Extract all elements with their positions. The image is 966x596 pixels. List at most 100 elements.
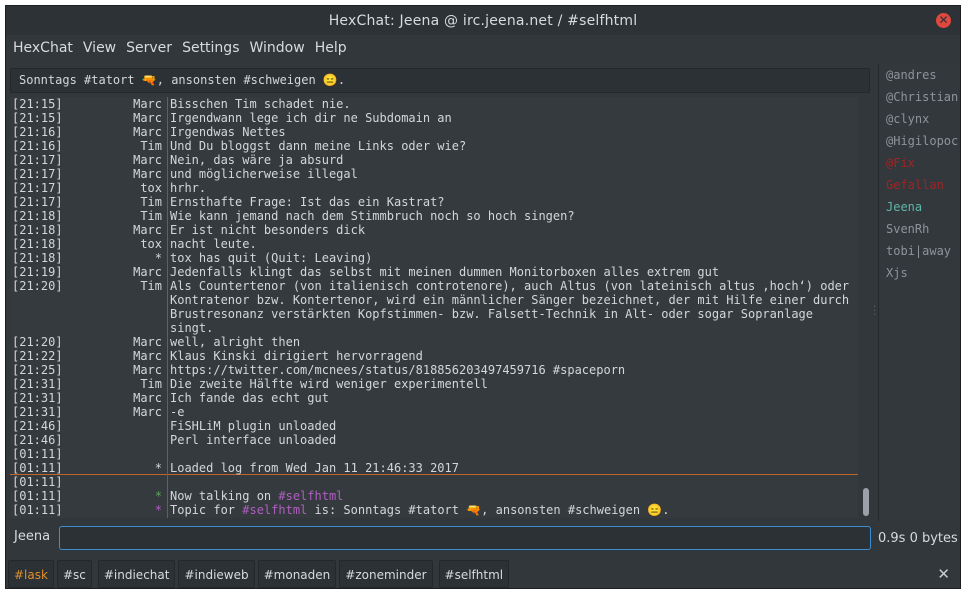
chat-nick[interactable]: Marc [92,167,166,181]
timestamp: [21:20] [12,279,63,293]
tab-lask[interactable]: #lask [8,559,54,588]
timestamp: [21:15] [12,97,63,111]
window-title: HexChat: Jeena @ irc.jeena.net / #selfht… [328,12,638,29]
chat-message: Topic for #selfhtml set by goetz (Mon Ja… [166,517,858,518]
user-list-item[interactable]: SvenRh [879,218,960,240]
timestamp: [21:31] [12,391,63,405]
chat-line: [01:11] * Now talking on #selfhtml [10,489,858,503]
tab-indiechat[interactable]: #indiechat [97,559,176,588]
channel-link[interactable]: #selfhtml [242,503,307,517]
chat-line: [21:46] Perl interface unloaded [10,433,858,447]
user-list-item[interactable]: @andres [879,64,960,86]
chat-nick[interactable]: Marc [92,97,166,111]
chat-nick[interactable] [92,419,166,433]
chat-message: Ernsthafte Frage: Ist das ein Kastrat? [170,195,445,209]
menu-view[interactable]: View [82,40,124,56]
message-part: Now talking on [170,489,279,503]
chat-message: Perl interface unloaded [170,433,337,447]
timestamp: [01:11] [12,475,63,489]
chat-nick[interactable]: Marc [92,265,166,279]
channel-tab-bar: #lask #sc #indiechat #indieweb #monaden #zone… [6,557,960,588]
chat-message: Klaus Kinski dirigiert hervorragend [170,349,423,363]
chat-line: [21:17] Marc und möglicherweise illegal [10,167,858,181]
timestamp: [01:11] [12,461,63,475]
chat-nick[interactable]: Marc [92,111,166,125]
chat-line: [21:18] Tim Wie kann jemand nach dem Stimm… [10,209,858,223]
user-list-item[interactable]: Gefallan [879,174,960,196]
chat-nick[interactable]: Marc [92,363,166,377]
tab-indieweb[interactable]: #indieweb [178,559,255,588]
user-list-item[interactable]: Jeena [879,196,960,218]
chat-nick[interactable] [92,447,166,461]
user-list-item[interactable]: tobi|away [879,240,960,262]
user-list-item[interactable]: @Higilopoc [879,130,960,152]
chat-nick[interactable]: tox [92,181,166,195]
chat-message [166,475,858,489]
chat-line: [21:46] FiSHLiM plugin unloaded [10,419,858,433]
scrollbar-thumb[interactable] [863,488,869,516]
nick-button[interactable]: Jeena [14,529,50,544]
chat-nick[interactable]: Tim [92,377,166,391]
chat-scrollbar[interactable] [860,97,872,518]
tab-monaden[interactable]: #monaden [257,559,337,588]
user-list-item[interactable]: @Fix [879,152,960,174]
chat-nick[interactable]: tox [92,237,166,251]
chat-line: [21:18] tox nacht leute. [10,237,858,251]
chat-nick[interactable]: Marc [92,349,166,363]
timestamp: [21:20] [12,335,63,349]
message-input[interactable] [59,526,871,550]
chat-nick[interactable]: * [92,489,166,503]
chat-nick[interactable]: Tim [92,209,166,223]
chat-nick[interactable]: * [92,517,166,518]
pane-grip-handle[interactable]: · · · [873,303,877,321]
chat-line: [21:17] Marc Nein, das wäre ja absurd [10,153,858,167]
hexchat-window: HexChat: Jeena @ irc.jeena.net / #selfht… [5,5,961,589]
menu-settings[interactable]: Settings [181,40,247,56]
user-list[interactable]: @andres @Christian @clynx @Higilopoc @Fix Gef… [878,64,960,521]
chat-log[interactable]: [21:15] Marc Bisschen Tim schadet nie. [21:… [10,97,858,518]
chat-nick[interactable]: Tim [92,139,166,153]
tab-sc[interactable]: #sc [56,559,92,588]
chat-message: tox has quit (Quit: Leaving) [170,251,373,265]
user-list-item[interactable]: @Christian [879,86,960,108]
chat-nick[interactable]: * [92,251,166,265]
chat-nick[interactable]: Marc [92,405,166,419]
chat-nick[interactable] [92,433,166,447]
chat-nick[interactable]: * [92,503,166,517]
chat-message: Irgendwann lege ich dir ne Subdomain an [170,111,452,125]
chat-message: Topic for #selfhtml is: Sonntags #tatort… [166,503,858,517]
menu-server[interactable]: Server [125,40,180,56]
chat-nick[interactable]: Marc [92,125,166,139]
user-list-item[interactable]: Xjs [879,262,960,284]
timestamp: [21:19] [12,265,63,279]
chat-message: FiSHLiM plugin unloaded [170,419,337,433]
tab-zoneminder[interactable]: #zoneminder [339,559,433,588]
close-tab-icon[interactable]: ✕ [937,565,950,583]
chat-nick[interactable]: Marc [92,223,166,237]
timestamp: [21:22] [12,349,63,363]
channel-link[interactable]: #selfhtml [242,517,307,518]
channel-link[interactable]: #selfhtml [278,489,343,503]
timestamp: [21:18] [12,223,63,237]
tab-selfhtml[interactable]: #selfhtml [438,559,510,588]
topic-bar[interactable]: Sonntags #tatort 🔫, ansonsten #schweigen… [10,68,870,93]
chat-nick[interactable]: Tim [92,195,166,209]
menu-hexchat[interactable]: HexChat [12,40,81,56]
timestamp: [21:31] [12,405,63,419]
chat-nick[interactable]: Marc [92,153,166,167]
close-window-button[interactable]: ✕ [936,13,951,28]
chat-nick[interactable]: Marc [92,391,166,405]
chat-nick[interactable]: * [92,461,166,475]
chat-line: [21:16] Marc Irgendwas Nettes [10,125,858,139]
menu-help[interactable]: Help [314,40,355,56]
lag-indicator: 0.9s 0 bytes [878,531,958,546]
message-part: is: Sonntags #tatort 🔫, ansonsten #schwe… [307,503,670,517]
chat-nick[interactable] [92,475,166,489]
chat-nick[interactable]: Marc [92,335,166,349]
chat-line: [01:11] [10,447,858,461]
user-list-item[interactable]: @clynx [879,108,960,130]
menu-window[interactable]: Window [248,40,312,56]
timestamp: [21:16] [12,125,63,139]
chat-nick[interactable]: Tim [92,279,166,335]
timestamp: [01:11] [12,447,63,461]
